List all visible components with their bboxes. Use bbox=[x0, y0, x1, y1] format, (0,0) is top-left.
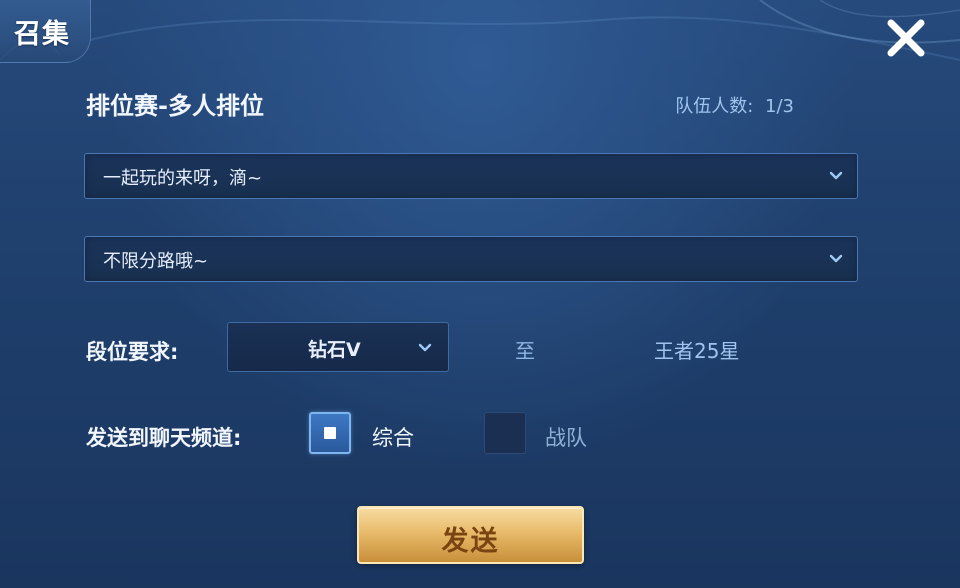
checkbox-checked-mark bbox=[324, 427, 336, 439]
chevron-down-icon bbox=[418, 343, 432, 352]
message-dropdown-value: 一起玩的来呀，滴~ bbox=[103, 168, 263, 189]
rank-max-value: 王者25星 bbox=[654, 339, 740, 363]
send-button[interactable]: 发送 bbox=[357, 506, 584, 564]
lane-dropdown[interactable]: 不限分路哦~ bbox=[84, 236, 858, 282]
channel-general-checkbox[interactable] bbox=[309, 412, 351, 454]
team-count-label: 队伍人数: bbox=[675, 96, 754, 117]
rank-label: 段位要求: bbox=[86, 340, 179, 364]
team-count-value: 1/3 bbox=[765, 96, 794, 117]
send-button-label: 发送 bbox=[441, 526, 500, 557]
close-icon bbox=[887, 19, 925, 57]
lane-dropdown-value: 不限分路哦~ bbox=[103, 251, 209, 272]
rank-to-text: 至 bbox=[515, 339, 535, 363]
channel-team-checkbox[interactable] bbox=[484, 412, 526, 454]
channel-general-label[interactable]: 综合 bbox=[372, 422, 414, 452]
chevron-down-icon bbox=[829, 254, 843, 263]
rank-min-value: 钻石V bbox=[308, 339, 361, 361]
dialog-title: 召集 bbox=[14, 19, 70, 50]
chevron-down-icon bbox=[829, 171, 843, 180]
message-dropdown[interactable]: 一起玩的来呀，滴~ bbox=[84, 153, 858, 199]
channel-label: 发送到聊天频道: bbox=[86, 426, 242, 450]
channel-team-label[interactable]: 战队 bbox=[545, 422, 587, 452]
rank-min-dropdown[interactable]: 钻石V bbox=[227, 322, 449, 372]
team-count: 队伍人数: 1/3 bbox=[675, 92, 794, 118]
mode-title: 排位赛-多人排位 bbox=[86, 92, 264, 120]
close-button[interactable] bbox=[878, 10, 934, 66]
